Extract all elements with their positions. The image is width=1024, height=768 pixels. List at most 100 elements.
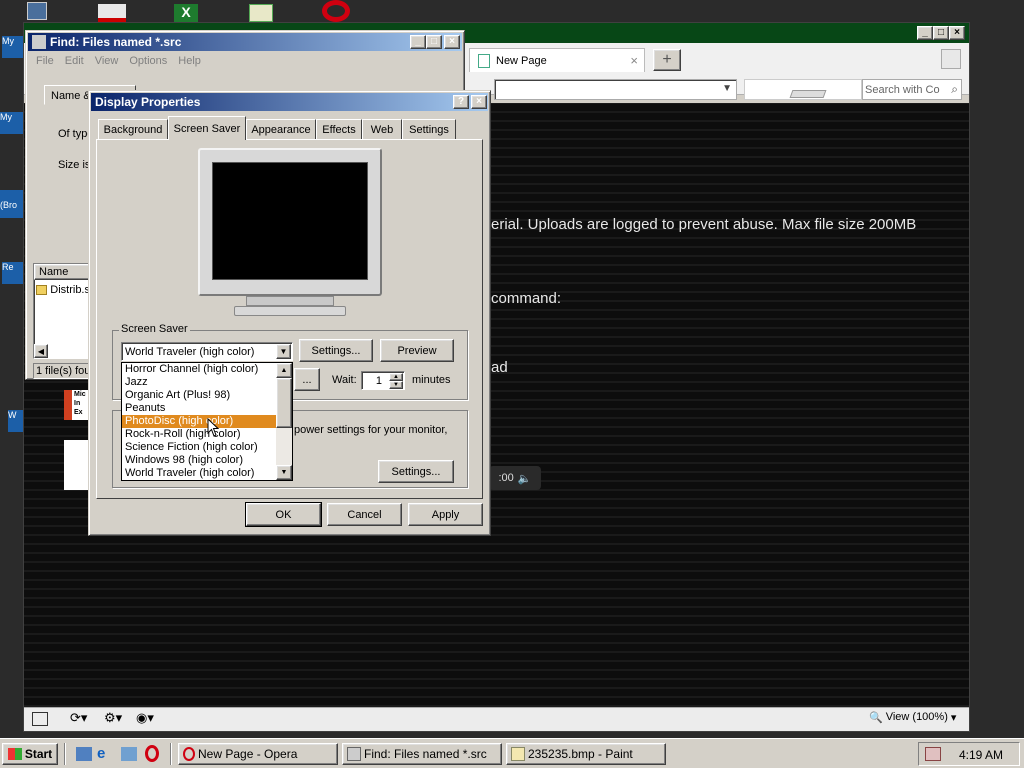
close-button[interactable]: × <box>471 95 487 109</box>
spin-down-icon[interactable]: ▼ <box>389 381 403 389</box>
wait-spinner[interactable]: 1 ▲ ▼ <box>361 371 405 390</box>
close-button[interactable]: × <box>444 35 460 49</box>
dropdown-item[interactable]: Science Fiction (high color) <box>122 441 292 454</box>
task-find[interactable]: Find: Files named *.src <box>342 743 502 765</box>
minimize-button[interactable]: _ <box>917 26 933 40</box>
tab-settings[interactable]: Settings <box>402 119 456 139</box>
trash-icon[interactable] <box>941 49 961 69</box>
search-icon[interactable]: ⌕ <box>951 82 958 97</box>
windows-logo-icon <box>7 748 22 760</box>
maximize-button[interactable]: □ <box>426 35 442 49</box>
password-change-button[interactable]: ... <box>294 368 320 391</box>
address-field[interactable]: ▼ <box>494 79 737 100</box>
spin-up-icon[interactable]: ▲ <box>389 373 403 381</box>
find-icon <box>347 747 361 761</box>
video-controls[interactable]: :00 🔈 <box>489 466 541 490</box>
cursor-icon <box>207 418 220 437</box>
desktop-icon-recycle-bin[interactable]: Re <box>2 262 24 284</box>
tab-new-page[interactable]: New Page × <box>469 48 645 72</box>
new-tab-button[interactable]: + <box>653 49 681 71</box>
tab-background[interactable]: Background <box>98 119 168 139</box>
scroll-thumb[interactable] <box>276 378 292 428</box>
task-paint[interactable]: 235235.bmp - Paint <box>506 743 666 765</box>
column-header-name[interactable]: Name <box>34 264 92 280</box>
maximize-button[interactable]: □ <box>933 26 949 40</box>
apply-button[interactable]: Apply <box>408 503 483 526</box>
preview-screen <box>212 162 368 280</box>
cancel-button[interactable]: Cancel <box>327 503 402 526</box>
close-tab-icon[interactable]: × <box>630 53 638 68</box>
sync-icon[interactable]: ⟳▾ <box>70 710 87 726</box>
results-list[interactable]: Name Distrib.s ◀ <box>33 263 93 359</box>
close-button[interactable]: × <box>949 26 965 40</box>
desktop-icon-label: My <box>2 36 14 46</box>
zoom-control[interactable]: 🔍 View (100%) ▾ <box>869 711 956 724</box>
scroll-up-icon[interactable]: ▲ <box>276 363 292 378</box>
button-label: Preview <box>397 344 437 357</box>
desktop-icon-label: (Bro <box>0 200 18 210</box>
minutes-label: minutes <box>412 374 451 386</box>
divider <box>64 743 66 765</box>
ie-quicklaunch-icon[interactable]: e <box>97 745 105 762</box>
tray-icon[interactable] <box>925 747 941 761</box>
mail-icon[interactable] <box>98 4 126 22</box>
column-label: Name <box>39 266 69 278</box>
address-dropdown-icon[interactable]: ▼ <box>722 83 732 94</box>
tab-label: Name & <box>51 90 91 102</box>
task-label: 235235.bmp - Paint <box>528 747 633 761</box>
tab-effects[interactable]: Effects <box>316 119 362 139</box>
screen-saver-select[interactable]: World Traveler (high color) ▼ <box>121 342 293 361</box>
panel-toggle-icon[interactable] <box>32 712 48 726</box>
size-label: Size is <box>58 159 91 171</box>
scheduler-icon[interactable] <box>249 4 273 22</box>
tab-web[interactable]: Web <box>362 119 402 139</box>
list-item[interactable]: Distrib.s <box>34 280 92 300</box>
tab-appearance[interactable]: Appearance <box>246 119 316 139</box>
saver-settings-button[interactable]: Settings... <box>299 339 373 362</box>
dropdown-item[interactable]: Peanuts <box>122 402 292 415</box>
tab-screen-saver[interactable]: Screen Saver <box>168 116 246 140</box>
button-label: Cancel <box>347 508 382 521</box>
dropdown-item[interactable]: World Traveler (high color) <box>122 467 292 480</box>
opera-status-bar: ⟳▾ ⚙▾ ◉▾ 🔍 View (100%) ▾ <box>24 707 969 731</box>
dropdown-item-highlighted[interactable]: PhotoDisc (high color) <box>122 415 277 428</box>
status-text: 1 file(s) foun <box>36 365 93 377</box>
help-button[interactable]: ? <box>453 95 469 109</box>
excel-icon[interactable]: X <box>174 4 198 22</box>
energy-settings-button[interactable]: Settings... <box>378 460 454 483</box>
opera-desktop-icon[interactable] <box>322 0 350 22</box>
volume-icon[interactable]: 🔈 <box>518 472 532 485</box>
chevron-down-icon[interactable]: ▼ <box>276 344 291 359</box>
menu-file[interactable]: File <box>36 55 54 67</box>
computer-icon[interactable] <box>27 2 47 20</box>
system-tray: 4:19 AM <box>918 742 1020 766</box>
menu-view[interactable]: View <box>95 55 119 67</box>
show-desktop-icon[interactable] <box>76 747 92 761</box>
unite-icon[interactable]: ◉▾ <box>136 710 154 726</box>
minimize-button[interactable]: _ <box>410 35 426 49</box>
menu-options[interactable]: Options <box>129 55 167 67</box>
dropdown-scrollbar[interactable]: ▲ ▼ <box>276 363 292 480</box>
turbo-icon[interactable]: ⚙▾ <box>104 710 122 726</box>
task-label: New Page - Opera <box>198 747 298 761</box>
preview-button[interactable]: Preview <box>380 339 454 362</box>
dropdown-item[interactable]: Jazz <box>122 376 292 389</box>
button-label: ... <box>302 373 312 386</box>
zoom-icon: 🔍 <box>869 712 883 724</box>
menu-help[interactable]: Help <box>178 55 201 67</box>
start-button[interactable]: Start <box>2 743 58 765</box>
dropdown-item[interactable]: Windows 98 (high color) <box>122 454 292 467</box>
scroll-down-icon[interactable]: ▼ <box>276 465 292 480</box>
find-icon <box>32 35 46 49</box>
ok-button[interactable]: OK <box>245 502 322 527</box>
menu-edit[interactable]: Edit <box>65 55 84 67</box>
scroll-left-button[interactable]: ◀ <box>34 344 48 358</box>
task-opera[interactable]: New Page - Opera <box>178 743 338 765</box>
tab-label: Screen Saver <box>173 122 241 135</box>
channels-icon[interactable] <box>121 747 137 761</box>
opera-quicklaunch-icon[interactable] <box>145 745 159 762</box>
desktop-icon-w[interactable]: W <box>8 410 24 432</box>
dropdown-item[interactable]: Organic Art (Plus! 98) <box>122 389 292 402</box>
dropdown-item[interactable]: Horror Channel (high color) <box>122 363 292 376</box>
search-field[interactable]: Search with Co ⌕ <box>862 79 962 100</box>
